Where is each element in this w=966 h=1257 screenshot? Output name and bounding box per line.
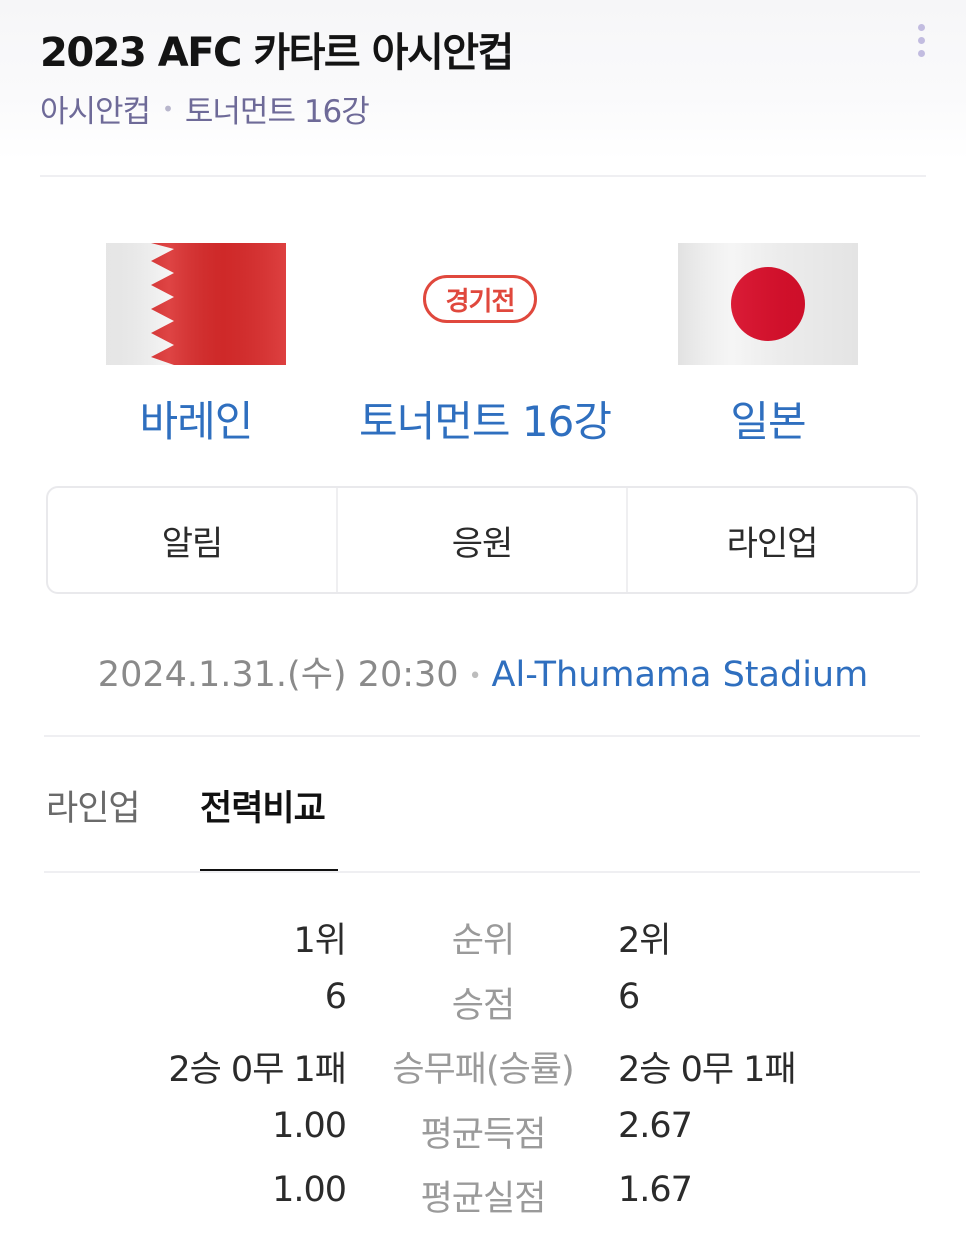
match-action-bar: 알림 응원 라인업 (46, 486, 918, 594)
alarm-button[interactable]: 알림 (48, 488, 336, 592)
match-info: 2024.1.31.(수) 20:30 • Al-Thumama Stadium (0, 646, 966, 697)
bahrain-flag[interactable] (106, 243, 286, 365)
breadcrumb: 아시안컵 • 토너먼트 16강 (40, 86, 370, 131)
match-info-separator: • (468, 663, 482, 689)
stat-row-rank: 1위 순위 2위 (0, 912, 966, 977)
stat-home-value: 1위 (293, 921, 347, 961)
info-divider (44, 735, 920, 737)
stat-away-value: 2승 0무 1패 (618, 1050, 797, 1090)
breadcrumb-item-round[interactable]: 토너먼트 16강 (185, 86, 370, 131)
stat-home-value: 2승 0무 1패 (168, 1050, 347, 1090)
header-divider (40, 175, 926, 177)
stat-away-value: 1.67 (618, 1170, 693, 1210)
stat-away-value: 2위 (618, 921, 671, 961)
stats-comparison-table: 1위 순위 2위 6 승점 6 2승 0무 1패 승무패(승률) 2승 0무 1… (0, 912, 966, 1235)
stat-home-value: 1.00 (272, 1105, 347, 1146)
bahrain-flag-image (106, 243, 286, 365)
tabs-divider (44, 871, 920, 873)
tab-compare[interactable]: 전력비교 (200, 780, 326, 831)
home-team-name[interactable]: 바레인 (106, 388, 286, 449)
match-status-badge: 경기전 (423, 275, 537, 323)
stat-row-avg-goals: 1.00 평균득점 2.67 (0, 1106, 966, 1171)
stat-home-value: 1.00 (272, 1170, 347, 1210)
away-team-name[interactable]: 일본 (678, 388, 858, 449)
breadcrumb-item-league[interactable]: 아시안컵 (40, 86, 151, 131)
stat-label: 승점 (451, 985, 515, 1026)
stat-away-value: 6 (618, 976, 640, 1017)
tab-lineup[interactable]: 라인업 (46, 780, 141, 831)
stat-home-value: 6 (324, 976, 347, 1017)
cheer-button[interactable]: 응원 (336, 488, 626, 592)
stat-away-value: 2.67 (618, 1105, 693, 1146)
stat-label: 평균실점 (420, 1179, 547, 1219)
more-vertical-icon[interactable] (904, 18, 938, 62)
stat-label: 승무패(승률) (392, 1050, 574, 1090)
stat-row-points: 6 승점 6 (0, 977, 966, 1042)
match-round: 토너먼트 16강 (359, 397, 612, 446)
more-dot (917, 49, 925, 57)
more-dot (917, 23, 925, 31)
breadcrumb-separator: • (162, 96, 174, 121)
match-venue-link[interactable]: Al-Thumama Stadium (492, 655, 869, 695)
page-title: 2023 AFC 카타르 아시안컵 (40, 30, 514, 76)
japan-flag[interactable] (678, 243, 858, 365)
stat-row-record: 2승 0무 1패 승무패(승률) 2승 0무 1패 (0, 1041, 966, 1106)
japan-flag-image (678, 243, 858, 365)
stat-label: 평균득점 (420, 1114, 547, 1155)
more-dot (917, 36, 925, 44)
stat-label: 순위 (451, 921, 515, 961)
lineup-button[interactable]: 라인업 (626, 488, 916, 592)
stat-row-avg-conceded: 1.00 평균실점 1.67 (0, 1170, 966, 1235)
match-datetime: 2024.1.31.(수) 20:30 (97, 655, 459, 695)
